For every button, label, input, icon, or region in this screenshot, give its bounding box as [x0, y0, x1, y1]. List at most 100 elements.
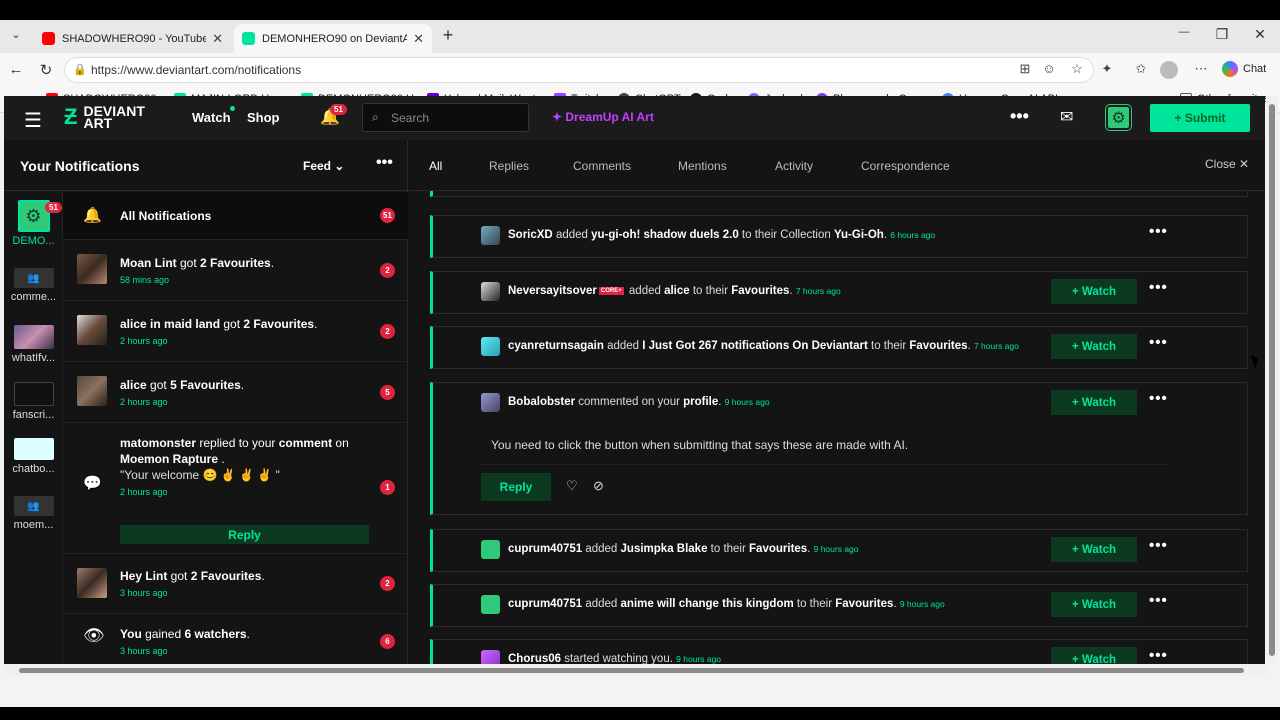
heart-icon[interactable]: ♡ [566, 478, 578, 494]
nav-watch[interactable]: Watch [192, 110, 231, 125]
card-user[interactable]: cuprum40751 [508, 598, 582, 610]
item-end: . [314, 317, 318, 331]
card-more-icon[interactable]: ••• [1149, 279, 1168, 296]
card-dest[interactable]: Favourites [731, 285, 789, 297]
rail-item-whatifv[interactable]: whatIfv... [4, 325, 63, 364]
watch-button[interactable]: + Watch [1051, 647, 1137, 664]
card-user[interactable]: cuprum40751 [508, 543, 582, 555]
vertical-scrollbar[interactable] [1266, 96, 1278, 664]
rail-item-chatbo[interactable]: chatbo... [4, 438, 63, 475]
avatar[interactable] [481, 540, 500, 559]
hide-icon[interactable]: ⊘ [593, 478, 604, 494]
url-field[interactable]: 🔒 https://www.deviantart.com/notificatio… [64, 57, 1094, 83]
tab-deviantart[interactable]: DEMONHERO90 on DeviantArt ✕ [234, 24, 432, 53]
avatar[interactable] [481, 226, 500, 245]
list-item[interactable]: Moan Lint got 2 Favourites. 58 mins ago 2 [63, 240, 408, 301]
favorites-icon[interactable]: ✩ [1132, 61, 1150, 77]
site-info-icon[interactable]: 🔒 [73, 63, 87, 76]
tab-mentions[interactable]: Mentions [678, 159, 727, 173]
list-item[interactable]: alice got 5 Favourites. 2 hours ago 5 [63, 362, 408, 423]
card-dest[interactable]: Yu-Gi-Oh [834, 229, 884, 241]
avatar[interactable] [481, 337, 500, 356]
deviantart-logo[interactable]: Ƶ DEVIANT ART [64, 104, 145, 130]
tab-close-icon[interactable]: ✕ [413, 31, 424, 47]
card-item[interactable]: alice [664, 285, 690, 297]
card-dest[interactable]: Favourites [835, 598, 893, 610]
star-icon[interactable]: ☆ [1068, 61, 1086, 77]
avatar[interactable] [481, 650, 500, 664]
feed-dropdown[interactable]: Feed ⌄ [303, 159, 344, 173]
card-more-icon[interactable]: ••• [1149, 390, 1168, 407]
dreamup-link[interactable]: ✦ DreamUp AI Art [552, 110, 654, 124]
tab-correspondence[interactable]: Correspondence [861, 159, 950, 173]
card-more-icon[interactable]: ••• [1149, 592, 1168, 609]
avatar[interactable] [481, 595, 500, 614]
card-more-icon[interactable]: ••• [1149, 537, 1168, 554]
tab-all[interactable]: All [429, 159, 442, 173]
list-item[interactable]: alice in maid land got 2 Favourites. 2 ho… [63, 301, 408, 362]
search-input[interactable]: ⌕ Search [362, 103, 529, 132]
tab-youtube[interactable]: SHADOWHERO90 - YouTube ✕ [34, 24, 231, 53]
card-user[interactable]: SoricXD [508, 229, 553, 241]
watch-button[interactable]: + Watch [1051, 279, 1137, 304]
rail-item-comme[interactable]: 👥 comme... [4, 268, 63, 303]
avatar[interactable] [481, 393, 500, 412]
tab-close-icon[interactable]: ✕ [212, 31, 223, 47]
menu-dots-icon[interactable]: ⋯ [1192, 61, 1210, 77]
reply-button[interactable]: Reply [481, 473, 551, 501]
card-dest[interactable]: Favourites [749, 543, 807, 555]
tab-actions-chevron-icon[interactable]: ⌄ [6, 28, 26, 41]
new-tab-button[interactable]: + [438, 25, 458, 46]
card-item[interactable]: anime will change this kingdom [621, 598, 794, 610]
list-item[interactable]: 💬 matomonster replied to your comment on… [63, 423, 408, 554]
emoji-icon[interactable]: ☺ [1040, 61, 1058, 76]
minimize-button[interactable]: — [1174, 26, 1194, 38]
horizontal-scrollbar[interactable] [4, 664, 1266, 676]
card-more-icon[interactable]: ••• [1149, 223, 1168, 240]
tab-comments[interactable]: Comments [573, 159, 631, 173]
rail-item-fanscri[interactable]: fanscri... [4, 382, 63, 421]
user-avatar[interactable]: ⚙ [1106, 105, 1131, 130]
watch-button[interactable]: + Watch [1051, 537, 1137, 562]
tab-replies[interactable]: Replies [489, 159, 529, 173]
card-user[interactable]: Chorus06 [508, 653, 561, 664]
hamburger-menu-icon[interactable]: ☰ [24, 108, 42, 133]
list-item[interactable]: 🔔 All Notifications 51 [63, 192, 408, 240]
card-user[interactable]: cyanreturnsagain [508, 340, 604, 352]
card-item[interactable]: yu-gi-oh! shadow duels 2.0 [591, 229, 739, 241]
card-more-icon[interactable]: ••• [1149, 647, 1168, 664]
left-more-icon[interactable]: ••• [376, 154, 393, 172]
apps-icon[interactable]: ⊞ [1016, 61, 1034, 77]
refresh-icon[interactable]: ↻ [36, 61, 56, 79]
profile-icon[interactable] [1160, 61, 1178, 79]
close-window-button[interactable]: ✕ [1250, 26, 1270, 43]
card-user[interactable]: Bobalobster [508, 396, 575, 408]
card-item[interactable]: profile [683, 396, 718, 408]
restore-button[interactable]: ❐ [1212, 26, 1232, 43]
back-icon[interactable]: ← [6, 61, 26, 78]
reply-button[interactable]: Reply [120, 525, 369, 544]
submit-button[interactable]: + Submit [1150, 104, 1250, 132]
list-item[interactable]: 👁 You gained 6 watchers. 3 hours ago 6 [63, 614, 408, 664]
watch-button[interactable]: + Watch [1051, 334, 1137, 359]
rail-item-demo[interactable]: ⚙ 51 DEMO... [4, 200, 63, 247]
nav-shop[interactable]: Shop [247, 110, 280, 125]
card-item[interactable]: Jusimpka Blake [621, 543, 708, 555]
watch-button[interactable]: + Watch [1051, 592, 1137, 617]
card-dest[interactable]: Favourites [909, 340, 967, 352]
copilot-chat-button[interactable]: Chat [1222, 61, 1266, 77]
list-item[interactable]: Hey Lint got 2 Favourites. 3 hours ago 2 [63, 554, 408, 614]
more-icon[interactable]: ••• [1010, 106, 1029, 127]
extensions-icon[interactable]: ✦ [1098, 61, 1116, 77]
rail-item-moem[interactable]: 👥 moem... [4, 496, 63, 531]
watch-button[interactable]: + Watch [1051, 390, 1137, 415]
mail-icon[interactable]: ✉ [1060, 107, 1073, 127]
scrollbar-thumb[interactable] [19, 668, 1244, 673]
tab-activity[interactable]: Activity [775, 159, 813, 173]
close-button[interactable]: Close ✕ [1205, 157, 1249, 171]
scrollbar-thumb[interactable] [1269, 104, 1275, 656]
card-user[interactable]: Neversayitsover [508, 285, 597, 297]
card-more-icon[interactable]: ••• [1149, 334, 1168, 351]
card-item[interactable]: I Just Got 267 notifications On Devianta… [642, 340, 868, 352]
avatar[interactable] [481, 282, 500, 301]
